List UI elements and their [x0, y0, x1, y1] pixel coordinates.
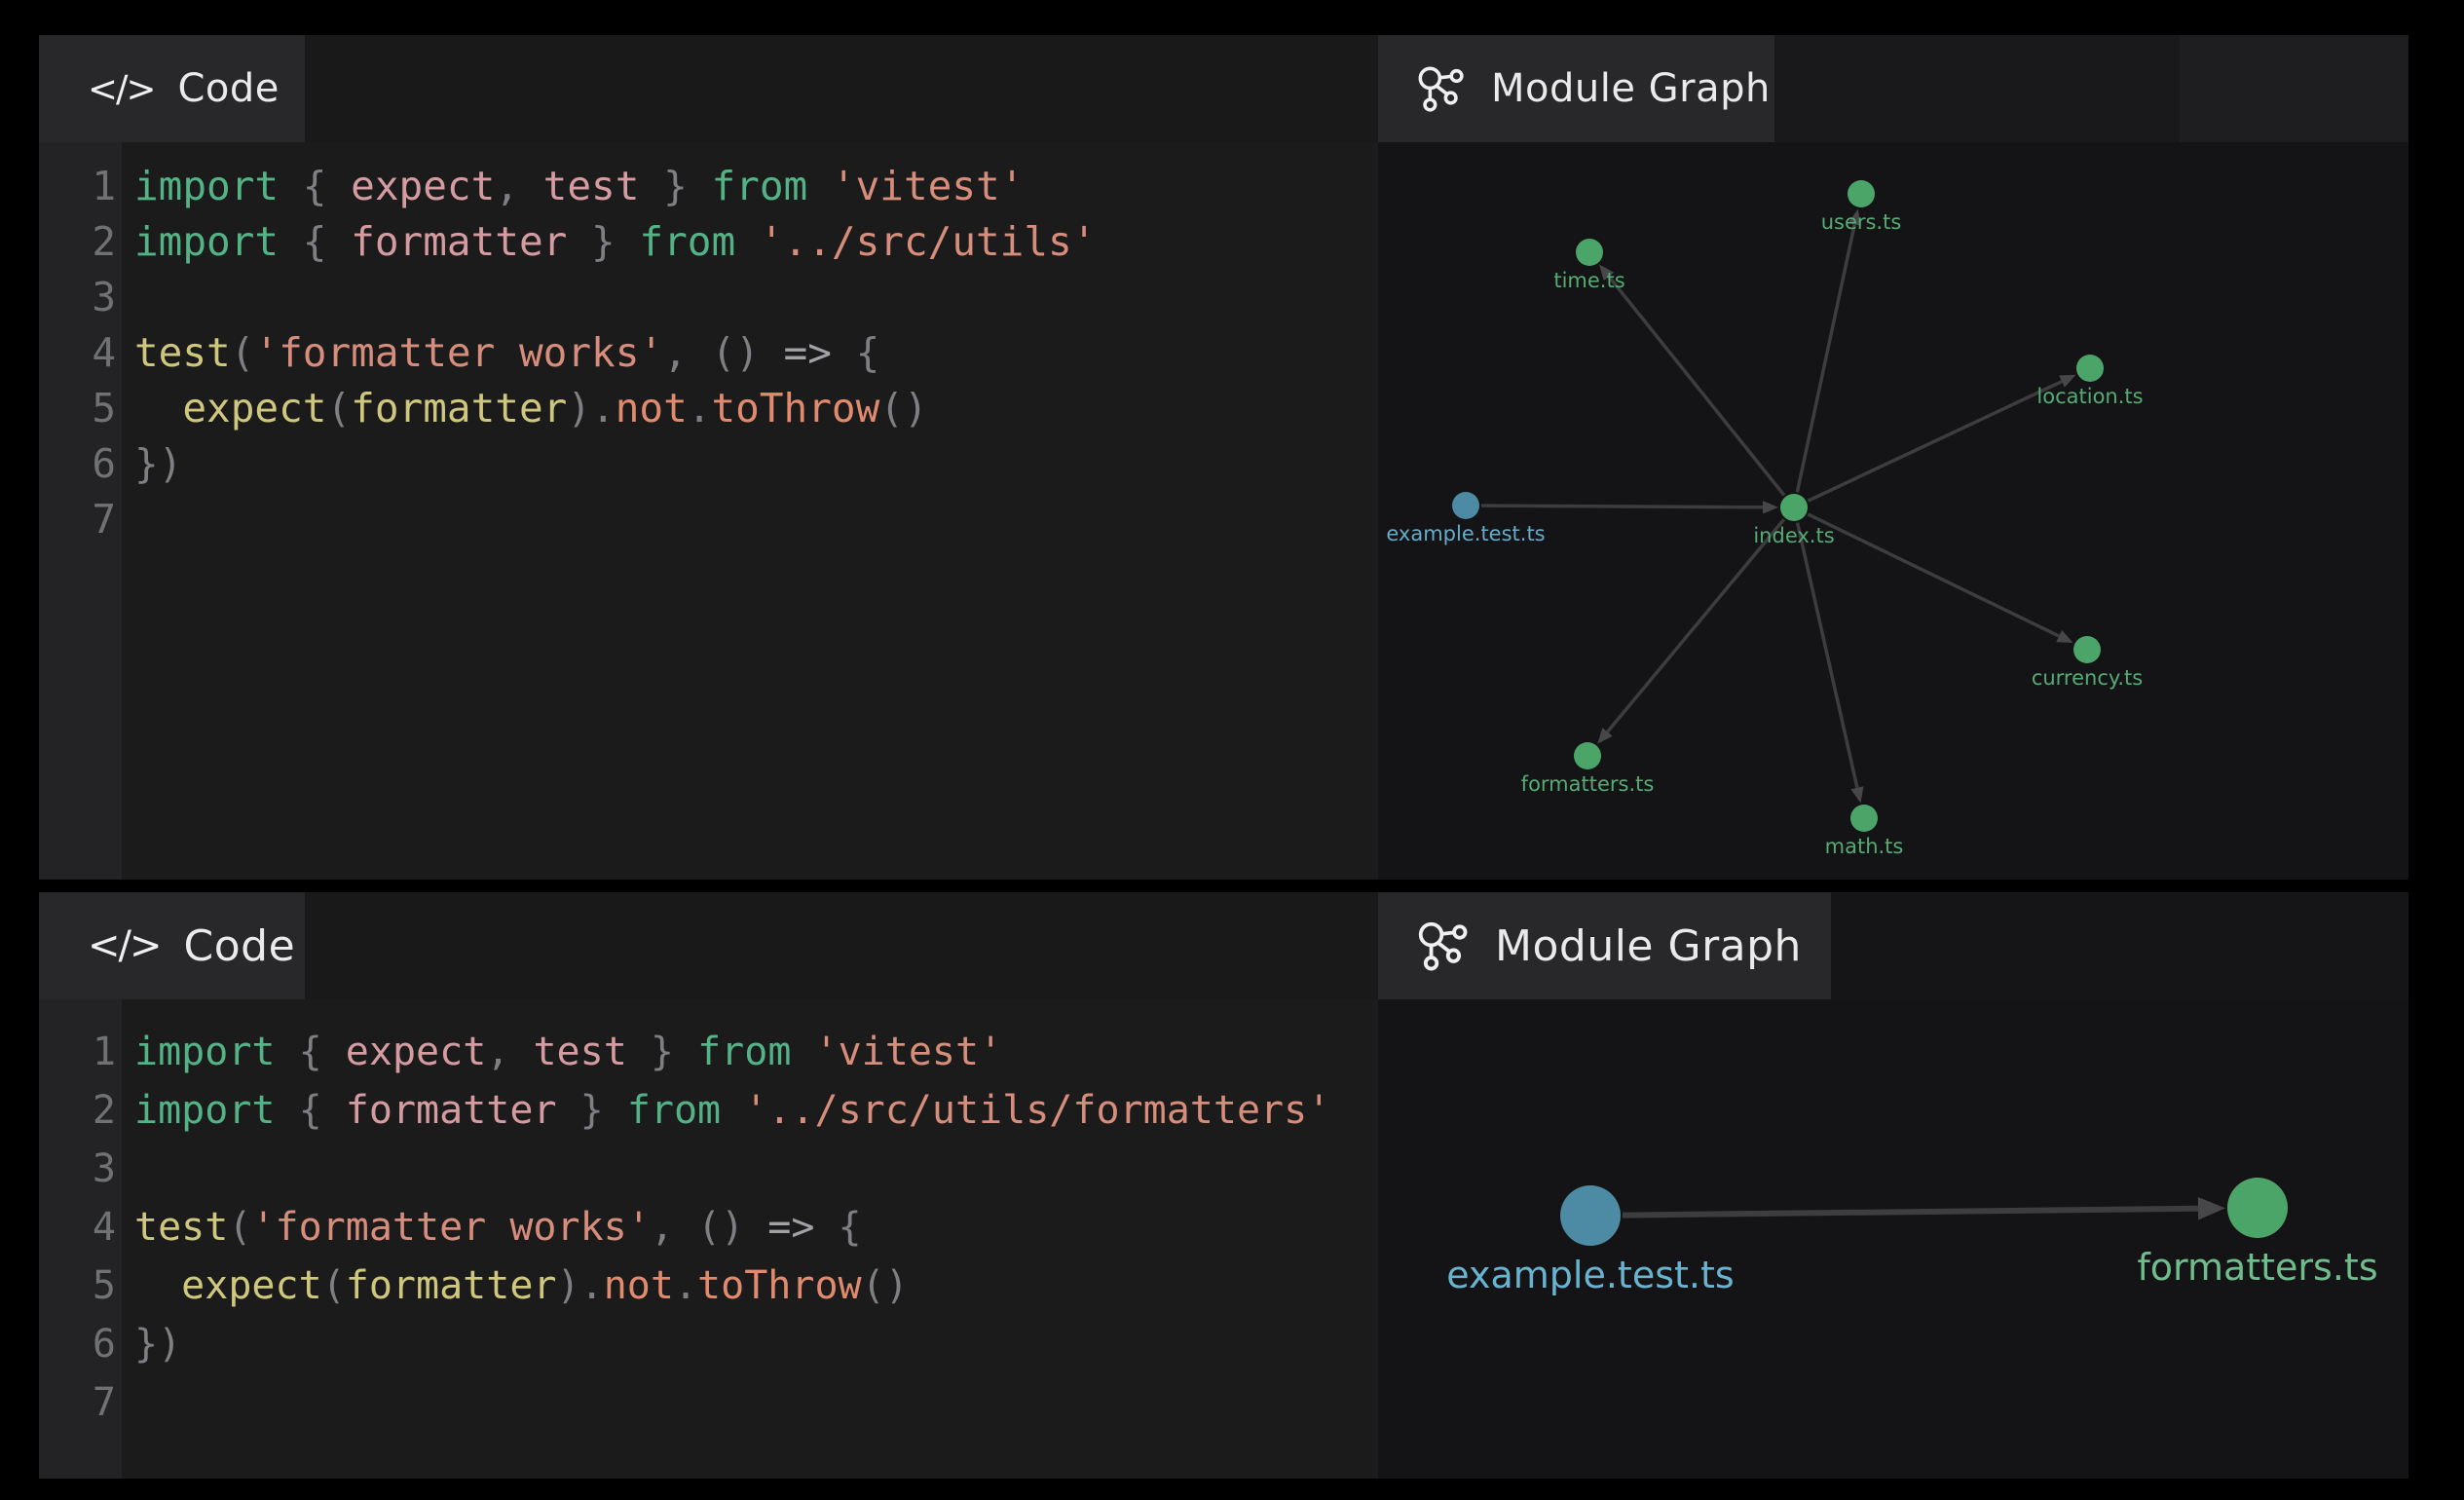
graph-node-formatters[interactable] — [1574, 742, 1601, 769]
graph-node-example[interactable] — [1560, 1185, 1621, 1246]
graph-node-formatters[interactable] — [2227, 1178, 2288, 1238]
graph-node-label: currency.ts — [2032, 666, 2143, 690]
code-line: 6}) — [39, 435, 1378, 491]
code-text: import { formatter } from '../src/utils' — [122, 218, 1096, 265]
tab-module-graph-label: Module Graph — [1491, 66, 1771, 111]
code-line: 1import { expect, test } from 'vitest' — [39, 1023, 1378, 1081]
code-panel-bottom: </> Code 1import { expect, test } from '… — [39, 892, 1378, 1479]
graph-panel-header: Module Graph — [1378, 892, 2408, 999]
line-number: 1 — [39, 163, 122, 209]
graph-node-currency[interactable] — [2073, 636, 2101, 663]
graph-node-label: index.ts — [1753, 524, 1834, 547]
line-number: 6 — [39, 440, 122, 487]
line-number: 2 — [39, 1088, 122, 1133]
code-line: 4test('formatter works', () => { — [39, 324, 1378, 380]
graph-node-label: example.test.ts — [1446, 1254, 1734, 1296]
code-text: test('formatter works', () => { — [122, 1205, 862, 1250]
tab-module-graph-label: Module Graph — [1495, 921, 1802, 971]
tab-code-label: Code — [177, 66, 279, 111]
graph-edge-arrowhead — [1763, 501, 1778, 513]
code-text: import { formatter } from '../src/utils/… — [122, 1088, 1330, 1133]
graph-edge — [1798, 523, 1857, 788]
code-panel-top: </> Code 1import { expect, test } from '… — [39, 35, 1378, 880]
line-number: 1 — [39, 1030, 122, 1074]
graph-node-label: users.ts — [1821, 210, 1902, 234]
code-panel-header: </> Code — [39, 35, 1378, 142]
graph-edge — [1607, 519, 1783, 731]
graph-edge-arrowhead — [1850, 786, 1863, 803]
code-line: 2import { formatter } from '../src/utils… — [39, 1081, 1378, 1140]
graph-edge — [1797, 224, 1854, 492]
module-graph-canvas[interactable]: example.test.ts formatters.ts — [1378, 999, 2408, 1479]
code-line: 2import { formatter } from '../src/utils… — [39, 213, 1378, 269]
graph-node-users[interactable] — [1848, 180, 1875, 207]
line-number: 7 — [39, 1380, 122, 1425]
graph-edge — [1481, 506, 1763, 507]
code-line: 3 — [39, 269, 1378, 324]
line-number: 5 — [39, 385, 122, 431]
code-panel-header: </> Code — [39, 892, 1378, 999]
code-line: 5 expect(formatter).not.toThrow() — [39, 380, 1378, 435]
module-graph-icon — [1415, 63, 1466, 114]
code-text: expect(formatter).not.toThrow() — [122, 385, 928, 431]
code-line: 3 — [39, 1140, 1378, 1198]
graph-node-label: formatters.ts — [2137, 1246, 2377, 1289]
code-editor[interactable]: 1import { expect, test } from 'vitest'2i… — [39, 142, 1378, 880]
code-text: }) — [122, 440, 182, 487]
code-text: expect(formatter).not.toThrow() — [122, 1263, 909, 1308]
code-icon: </> — [88, 68, 154, 110]
tab-module-graph[interactable]: Module Graph — [1378, 892, 1831, 999]
code-line: 7 — [39, 491, 1378, 546]
graph-edge-arrowhead — [2198, 1197, 2225, 1220]
tab-module-graph[interactable]: Module Graph — [1378, 35, 1774, 142]
code-line: 4test('formatter works', () => { — [39, 1198, 1378, 1256]
graph-edge — [1609, 277, 1784, 496]
line-number: 3 — [39, 274, 122, 320]
graph-node-label: location.ts — [2036, 385, 2143, 408]
code-line: 6}) — [39, 1315, 1378, 1373]
tab-code[interactable]: </> Code — [39, 35, 305, 142]
line-number: 2 — [39, 218, 122, 265]
tab-code-label: Code — [184, 921, 296, 971]
code-lines: 1import { expect, test } from 'vitest'2i… — [39, 158, 1378, 546]
graph-node-location[interactable] — [2076, 355, 2104, 382]
graph-edge — [1623, 1209, 2198, 1216]
page: </> Code 1import { expect, test } from '… — [0, 0, 2464, 1500]
graph-node-math[interactable] — [1850, 805, 1878, 832]
code-lines: 1import { expect, test } from 'vitest'2i… — [39, 1023, 1378, 1432]
code-line: 5 expect(formatter).not.toThrow() — [39, 1256, 1378, 1315]
graph-node-time[interactable] — [1576, 239, 1603, 266]
code-line: 7 — [39, 1373, 1378, 1432]
code-editor[interactable]: 1import { expect, test } from 'vitest'2i… — [39, 999, 1378, 1479]
graph-panel-header: Module Graph — [1378, 35, 2408, 142]
code-icon: </> — [88, 923, 161, 968]
graph-node-index[interactable] — [1780, 494, 1808, 521]
code-text: }) — [122, 1322, 181, 1367]
graph-node-label: time.ts — [1553, 269, 1624, 292]
graph-node-label: formatters.ts — [1521, 772, 1655, 796]
module-graph-canvas[interactable]: users.ts time.ts location.ts example.test.t… — [1378, 142, 2408, 880]
line-number: 4 — [39, 329, 122, 376]
line-number: 6 — [39, 1322, 122, 1367]
graph-edge — [1808, 382, 2062, 502]
code-text: test('formatter works', () => { — [122, 329, 879, 376]
module-graph-panel-top: Module Graph users.ts time.ts location.ts e… — [1378, 35, 2408, 880]
graph-node-label: math.ts — [1825, 835, 1904, 858]
module-graph-icon — [1415, 919, 1470, 973]
code-text: import { expect, test } from 'vitest' — [122, 163, 1024, 209]
code-line: 1import { expect, test } from 'vitest' — [39, 158, 1378, 213]
module-graph-panel-bottom: Module Graph example.test.ts formatters.t… — [1378, 892, 2408, 1479]
graph-node-example[interactable] — [1452, 492, 1479, 519]
line-number: 4 — [39, 1205, 122, 1250]
graph-edge — [1808, 514, 2059, 636]
code-text: import { expect, test } from 'vitest' — [122, 1030, 1002, 1074]
line-number: 3 — [39, 1146, 122, 1191]
empty-tab-slot — [2180, 35, 2408, 142]
graph-node-label: example.test.ts — [1386, 522, 1545, 545]
tab-code[interactable]: </> Code — [39, 892, 305, 999]
line-number: 7 — [39, 496, 122, 543]
line-number: 5 — [39, 1263, 122, 1308]
